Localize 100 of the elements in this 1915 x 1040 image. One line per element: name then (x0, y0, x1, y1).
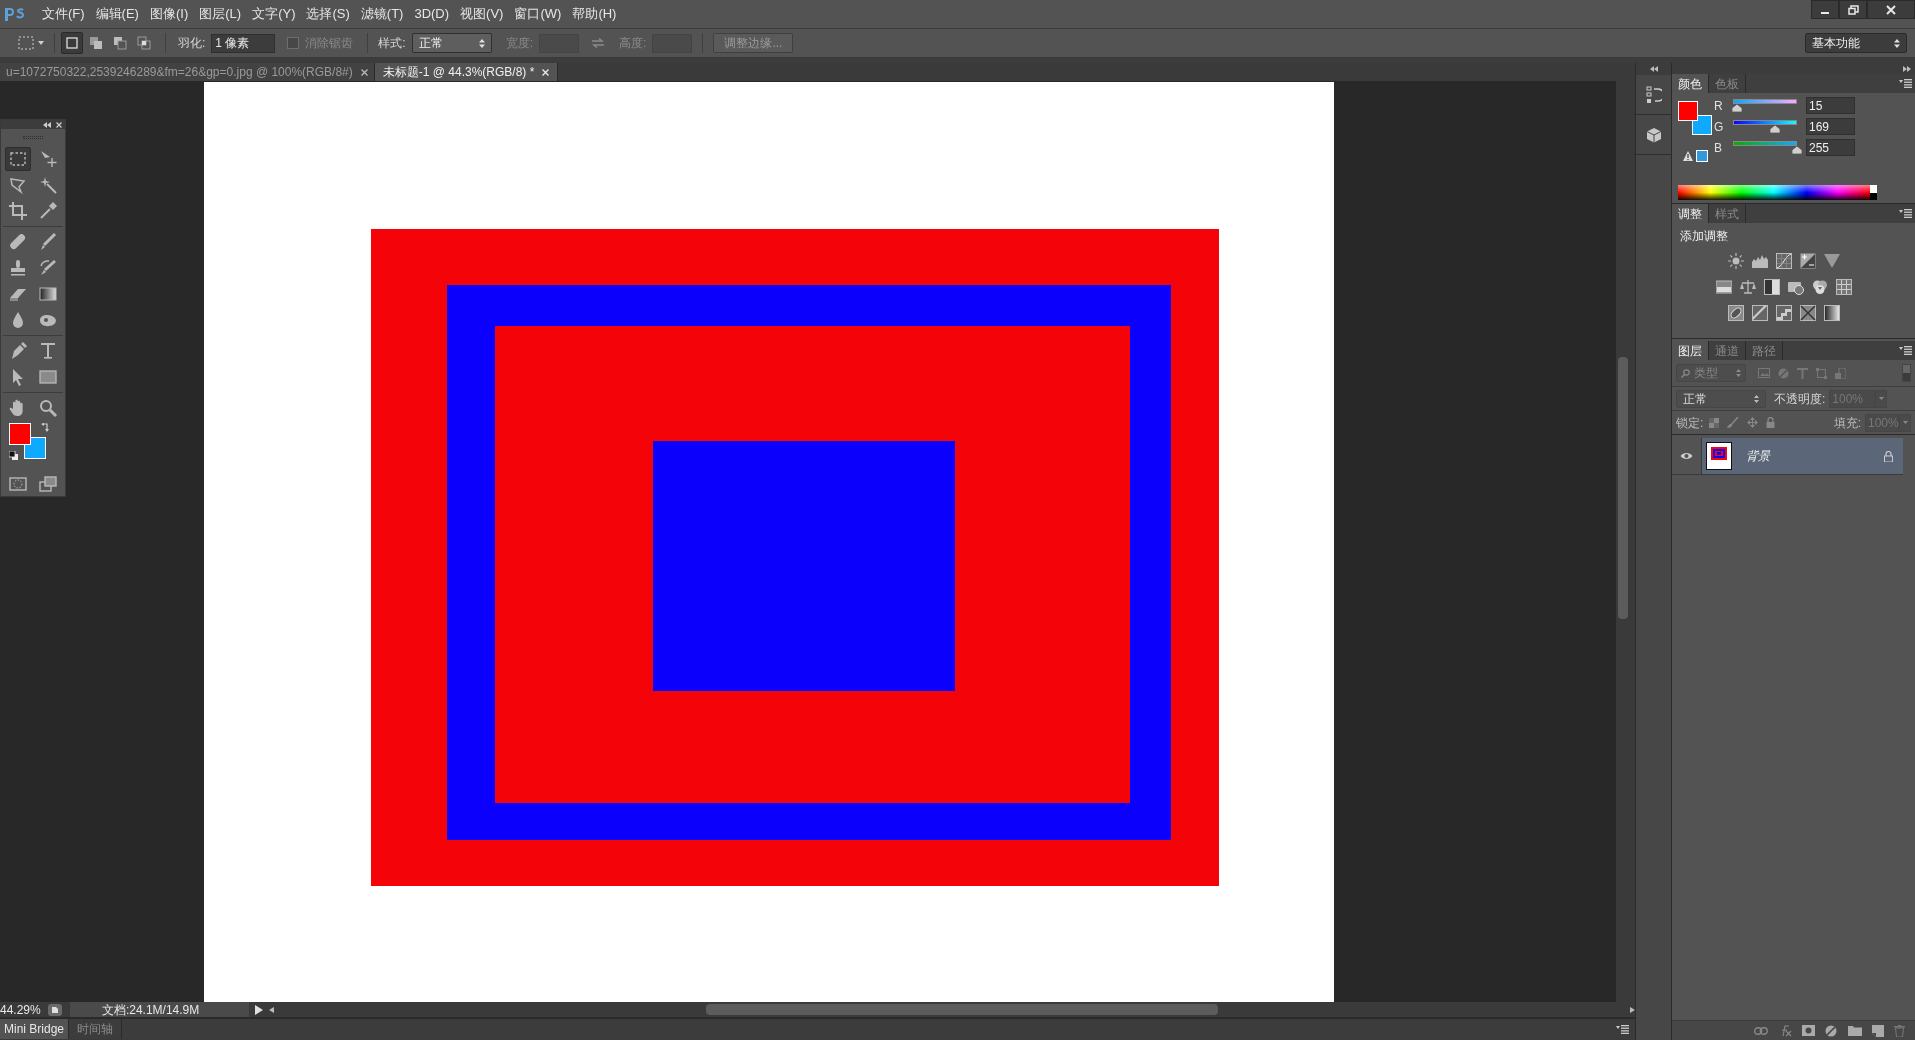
adjustment-layer-icon[interactable] (1825, 1024, 1838, 1037)
menu-item[interactable]: 图像(I) (148, 4, 190, 24)
play-icon[interactable] (255, 1004, 264, 1015)
minimize-icon (1821, 11, 1829, 14)
steps-icon[interactable] (1775, 305, 1792, 321)
menu-item[interactable]: 帮助(H) (571, 4, 618, 24)
warning-icon[interactable] (1683, 151, 1693, 161)
cross-square-icon[interactable] (1799, 305, 1816, 321)
half-square-icon[interactable] (1763, 279, 1780, 295)
scroll-left-icon[interactable] (269, 1006, 275, 1013)
minimize-button[interactable] (1811, 0, 1839, 19)
menu-item[interactable]: 文件(F) (41, 4, 86, 24)
default-colors-icon[interactable] (9, 451, 18, 460)
blend-mode-dropdown[interactable]: 正常 (1676, 389, 1766, 408)
layer-row[interactable]: 背景 (1702, 438, 1903, 474)
cube-icon[interactable] (1645, 126, 1662, 143)
marquee-preset-picker[interactable] (18, 36, 44, 50)
channel-value-field[interactable]: 255 (1806, 139, 1855, 156)
menu-item[interactable]: 滤镜(T) (359, 4, 405, 24)
circles-icon[interactable] (1811, 279, 1828, 295)
menu-item[interactable]: 3D(D) (413, 4, 451, 24)
grip-handle[interactable] (23, 136, 43, 139)
updown-caret-icon (1736, 369, 1741, 377)
menu-item[interactable]: 选择(S) (305, 4, 351, 24)
panel-tab[interactable]: 时间轴 (69, 1019, 123, 1039)
updown-caret-icon (1894, 38, 1900, 48)
status-menu-icon[interactable] (48, 1003, 62, 1016)
scroll-thumb[interactable] (1618, 357, 1628, 619)
document-tab[interactable]: 未标题-1 @ 44.3%(RGB/8) * (374, 63, 559, 81)
swap-icon[interactable] (41, 423, 50, 433)
channel-value-field[interactable]: 15 (1806, 97, 1855, 114)
expand-icon[interactable] (1903, 65, 1911, 72)
restore-button[interactable] (1839, 0, 1867, 19)
history-icon[interactable] (1645, 84, 1662, 105)
menu-item[interactable]: 编辑(E) (94, 4, 140, 24)
link-icon[interactable] (1754, 1026, 1768, 1035)
curve-icon[interactable] (1775, 253, 1792, 269)
close-icon[interactable] (56, 121, 62, 128)
panel-menu-icon[interactable] (1899, 209, 1912, 218)
opacity-dropdown-button[interactable] (1875, 389, 1888, 408)
menu-item[interactable]: 视图(V) (459, 4, 505, 24)
trash-icon[interactable] (1894, 1024, 1905, 1037)
scroll-thumb[interactable] (706, 1004, 1219, 1015)
triangle-icon[interactable] (1823, 253, 1840, 269)
folder-icon[interactable] (1848, 1025, 1862, 1036)
feather-label: 羽化: (178, 35, 206, 52)
filter-toggle[interactable] (1902, 364, 1911, 382)
style-dropdown[interactable]: 正常 (411, 33, 492, 53)
move-arrows-icon[interactable] (1747, 417, 1759, 428)
new-selection-icon[interactable] (61, 32, 83, 54)
brush-icon[interactable] (1727, 417, 1740, 428)
zoom-field[interactable]: 44.29% (0, 1000, 40, 1019)
color-spectrum[interactable] (1678, 185, 1877, 200)
fill-dropdown-button[interactable] (1899, 413, 1911, 432)
slider-thumb[interactable] (1792, 145, 1802, 154)
panel-tab[interactable]: 调整 (1672, 204, 1709, 223)
exposure-icon[interactable] (1799, 253, 1816, 269)
brightness-icon[interactable] (1727, 253, 1744, 269)
panel-menu-icon[interactable] (1616, 1024, 1629, 1034)
swap-icon[interactable] (591, 38, 606, 48)
close-icon[interactable] (360, 68, 368, 76)
invert-icon[interactable] (1727, 305, 1744, 321)
checkerboard-icon[interactable] (1709, 417, 1720, 428)
web-safe-swatch[interactable] (1696, 150, 1708, 162)
channel-value-field[interactable]: 169 (1806, 118, 1855, 135)
mask-icon[interactable] (1802, 1025, 1815, 1036)
menu-item[interactable]: 窗口(W) (513, 4, 563, 24)
workspace-dropdown[interactable]: 基本功能 (1805, 33, 1907, 53)
diagonal-icon[interactable] (1751, 305, 1768, 321)
caret-icon (38, 41, 44, 45)
layer-name: 背景 (1746, 448, 1770, 465)
menu-item[interactable]: 图层(L) (198, 4, 243, 24)
foreground-swatch[interactable] (1678, 101, 1698, 121)
close-icon (1886, 4, 1896, 15)
caret-icon (1902, 421, 1908, 424)
new-layer-icon[interactable] (1872, 1024, 1884, 1037)
histogram-icon[interactable] (1751, 253, 1768, 269)
eye-icon[interactable] (1680, 452, 1693, 460)
opacity-label: 不透明度: (1774, 390, 1826, 408)
lock-icon[interactable] (1884, 450, 1893, 462)
collapse-icon[interactable] (43, 121, 51, 128)
scale-icon[interactable] (1739, 279, 1756, 295)
dotted-rectangle-icon[interactable] (5, 147, 31, 171)
grid-icon[interactable] (1835, 279, 1852, 295)
panel-tab[interactable]: 颜色 (1672, 74, 1709, 93)
lock-icon[interactable] (1766, 417, 1776, 428)
feather-field[interactable]: 1 像素 (211, 33, 276, 53)
panel-menu-icon[interactable] (1899, 346, 1912, 355)
collapse-icon[interactable] (1649, 66, 1658, 72)
panel-tab[interactable]: Mini Bridge (0, 1019, 70, 1039)
layer-thumbnail[interactable] (1706, 442, 1732, 470)
gradient-map-icon[interactable] (1823, 305, 1840, 321)
background-swatch[interactable] (1692, 115, 1712, 135)
panel-menu-icon[interactable] (1899, 79, 1912, 88)
close-button[interactable] (1867, 0, 1915, 19)
menu-item[interactable]: 文字(Y) (251, 4, 297, 24)
camera-icon[interactable] (1787, 279, 1804, 295)
bar-gradient-icon[interactable] (1715, 279, 1732, 295)
panel-tab[interactable]: 图层 (1672, 341, 1709, 360)
foreground-swatch[interactable] (9, 423, 31, 445)
